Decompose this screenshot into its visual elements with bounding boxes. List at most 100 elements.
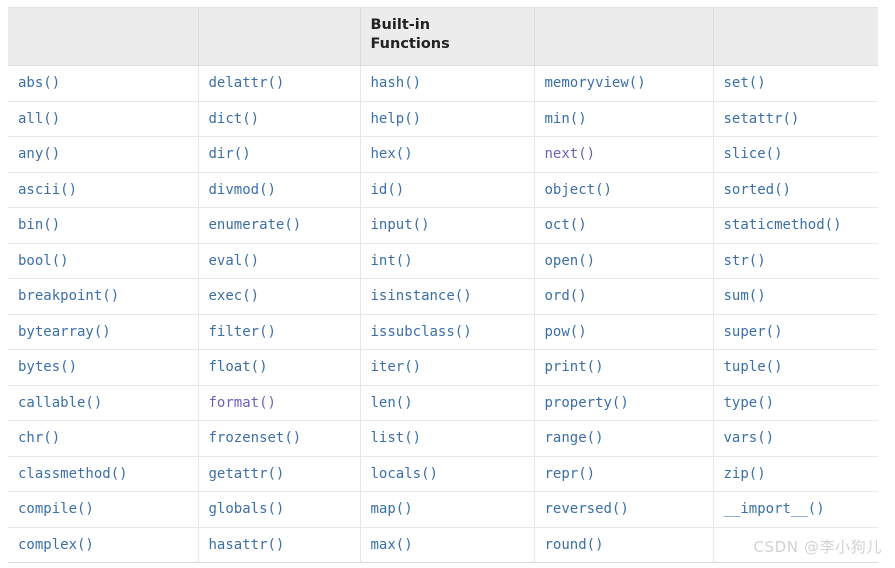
table-cell: map() xyxy=(360,491,535,528)
table-cell: sorted() xyxy=(713,172,878,208)
table-cell: getattr() xyxy=(198,456,361,492)
function-link[interactable]: delattr() xyxy=(209,75,285,91)
function-link[interactable]: vars() xyxy=(724,430,775,446)
table-header-cell-2 xyxy=(198,7,361,66)
function-link[interactable]: all() xyxy=(18,111,60,127)
function-link[interactable]: reversed() xyxy=(545,501,629,517)
function-link[interactable]: range() xyxy=(545,430,604,446)
table-cell: breakpoint() xyxy=(8,278,199,315)
function-link[interactable]: abs() xyxy=(18,75,60,91)
function-link[interactable]: ascii() xyxy=(18,182,77,198)
function-link[interactable]: map() xyxy=(371,501,413,517)
function-link[interactable]: setattr() xyxy=(724,111,800,127)
table-row: bytearray() filter() issubclass() pow() supe… xyxy=(8,314,878,350)
function-link[interactable]: slice() xyxy=(724,146,783,162)
function-link[interactable]: repr() xyxy=(545,466,596,482)
function-link[interactable]: min() xyxy=(545,111,587,127)
function-link[interactable]: eval() xyxy=(209,253,260,269)
function-link[interactable]: bool() xyxy=(18,253,69,269)
function-link[interactable]: locals() xyxy=(371,466,438,482)
builtin-functions-table: Built-in Functions abs() delattr() hash() m… xyxy=(8,7,878,563)
table-cell: list() xyxy=(360,420,535,457)
function-link[interactable]: issubclass() xyxy=(371,324,472,340)
function-link[interactable]: property() xyxy=(545,395,629,411)
function-link[interactable]: hex() xyxy=(371,146,413,162)
table-row: bytes() float() iter() print() tuple() xyxy=(8,349,878,386)
function-link[interactable]: exec() xyxy=(209,288,260,304)
table-cell: property() xyxy=(534,385,714,421)
function-link[interactable]: iter() xyxy=(371,359,422,375)
table-cell: compile() xyxy=(8,491,199,528)
function-link[interactable]: max() xyxy=(371,537,413,553)
function-link[interactable]: compile() xyxy=(18,501,94,517)
table-cell: divmod() xyxy=(198,172,361,208)
function-link[interactable]: dir() xyxy=(209,146,251,162)
function-link[interactable]: type() xyxy=(724,395,775,411)
function-link[interactable]: super() xyxy=(724,324,783,340)
function-link[interactable]: dict() xyxy=(209,111,260,127)
function-link[interactable]: callable() xyxy=(18,395,102,411)
function-link[interactable]: staticmethod() xyxy=(724,217,842,233)
function-link[interactable]: filter() xyxy=(209,324,276,340)
function-link[interactable]: complex() xyxy=(18,537,94,553)
table-cell: __import__() xyxy=(713,491,878,528)
function-link[interactable]: bytes() xyxy=(18,359,77,375)
function-link[interactable]: tuple() xyxy=(724,359,783,375)
function-link[interactable]: oct() xyxy=(545,217,587,233)
function-link[interactable]: len() xyxy=(371,395,413,411)
function-link[interactable]: classmethod() xyxy=(18,466,128,482)
function-link[interactable]: ord() xyxy=(545,288,587,304)
function-link[interactable]: memoryview() xyxy=(545,75,646,91)
table-cell: print() xyxy=(534,349,714,386)
function-link[interactable]: frozenset() xyxy=(209,430,302,446)
function-link[interactable]: format() xyxy=(209,395,276,411)
table-cell: memoryview() xyxy=(534,65,714,102)
function-link[interactable]: list() xyxy=(371,430,422,446)
table-cell: bytearray() xyxy=(8,314,199,350)
function-link[interactable]: round() xyxy=(545,537,604,553)
table-row: bin() enumerate() input() oct() staticmethod… xyxy=(8,207,878,244)
function-link[interactable]: set() xyxy=(724,75,766,91)
table-cell: issubclass() xyxy=(360,314,535,350)
table-cell: filter() xyxy=(198,314,361,350)
function-link[interactable]: enumerate() xyxy=(209,217,302,233)
function-link[interactable]: bytearray() xyxy=(18,324,111,340)
function-link[interactable]: breakpoint() xyxy=(18,288,119,304)
function-link[interactable]: globals() xyxy=(209,501,285,517)
function-link[interactable]: chr() xyxy=(18,430,60,446)
function-link[interactable]: hash() xyxy=(371,75,422,91)
function-link[interactable]: any() xyxy=(18,146,60,162)
table-cell: zip() xyxy=(713,456,878,492)
function-link[interactable]: id() xyxy=(371,182,405,198)
table-cell: ord() xyxy=(534,278,714,315)
function-link[interactable]: sum() xyxy=(724,288,766,304)
function-link[interactable]: print() xyxy=(545,359,604,375)
function-link[interactable]: next() xyxy=(545,146,596,162)
table-header-label: Built-in Functions xyxy=(370,17,450,52)
table-cell: help() xyxy=(360,101,535,137)
function-link[interactable]: str() xyxy=(724,253,766,269)
function-link[interactable]: zip() xyxy=(724,466,766,482)
table-row: compile() globals() map() reversed() __impor… xyxy=(8,491,878,528)
table-cell: iter() xyxy=(360,349,535,386)
function-link[interactable]: pow() xyxy=(545,324,587,340)
function-link[interactable]: open() xyxy=(545,253,596,269)
function-link[interactable]: __import__() xyxy=(724,501,825,517)
table-cell: hex() xyxy=(360,136,535,173)
function-link[interactable]: int() xyxy=(371,253,413,269)
function-link[interactable]: input() xyxy=(371,217,430,233)
function-link[interactable]: getattr() xyxy=(209,466,285,482)
table-cell: oct() xyxy=(534,207,714,244)
function-link[interactable]: hasattr() xyxy=(209,537,285,553)
function-link[interactable]: bin() xyxy=(18,217,60,233)
function-link[interactable]: isinstance() xyxy=(371,288,472,304)
function-link[interactable]: help() xyxy=(371,111,422,127)
table-header: Built-in Functions xyxy=(8,7,878,66)
function-link[interactable]: sorted() xyxy=(724,182,791,198)
table-cell: exec() xyxy=(198,278,361,315)
function-link[interactable]: object() xyxy=(545,182,612,198)
table-cell: frozenset() xyxy=(198,420,361,457)
function-link[interactable]: divmod() xyxy=(209,182,276,198)
table-header-cell-1 xyxy=(8,7,199,66)
function-link[interactable]: float() xyxy=(209,359,268,375)
